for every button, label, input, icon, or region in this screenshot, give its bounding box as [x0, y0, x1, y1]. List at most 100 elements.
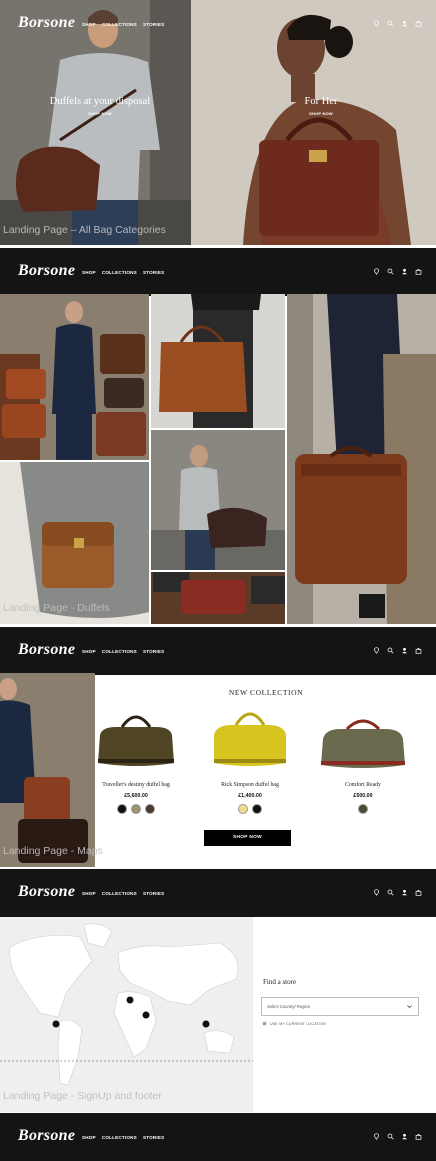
brand-logo[interactable]: Borsone	[18, 1127, 75, 1145]
tile-crossbody-bag[interactable]	[0, 462, 149, 624]
user-icon[interactable]	[401, 1133, 408, 1140]
user-icon[interactable]	[401, 647, 408, 654]
chevron-down-icon	[407, 1005, 412, 1009]
user-icon[interactable]	[401, 889, 408, 896]
frame-label-signup-footer: Landing Page - SignUp and footer	[3, 1090, 162, 1102]
product-card[interactable]: Comfort Ready £500.00	[313, 705, 413, 814]
tile-image	[151, 294, 285, 428]
menu-item-collections[interactable]: COLLECTIONS	[102, 649, 137, 654]
user-icon[interactable]	[401, 268, 408, 275]
hero-right-shop-now-link[interactable]: SHOP NOW	[276, 111, 366, 116]
menu-item-stories[interactable]: STORIES	[143, 649, 164, 654]
main-menu: SHOP COLLECTIONS STORIES	[82, 649, 164, 654]
hero-right-caption: For Her SHOP NOW	[276, 96, 366, 116]
color-swatches	[200, 804, 300, 814]
color-swatch[interactable]	[117, 804, 127, 814]
search-icon[interactable]	[387, 647, 394, 654]
product-name: Comfort Ready	[345, 782, 381, 788]
menu-item-collections[interactable]: COLLECTIONS	[102, 270, 137, 275]
product-card[interactable]: Traveller's destiny duffel bag £5,600.00	[86, 705, 186, 814]
country-region-value: Select Country/ Region	[267, 1004, 311, 1009]
header-icons	[373, 889, 422, 896]
store-marker	[126, 996, 134, 1004]
main-menu: SHOP COLLECTIONS STORIES	[82, 891, 164, 896]
hero-left-caption: Duffels at your disposal SHOP NOW	[40, 96, 160, 116]
header-icons	[373, 268, 422, 275]
color-swatch[interactable]	[238, 804, 248, 814]
header-icons	[373, 1133, 422, 1140]
tile-wallets[interactable]	[151, 572, 285, 624]
hero-frame: Duffels at your disposal SHOP NOW For He…	[0, 0, 436, 245]
menu-item-stories[interactable]: STORIES	[143, 22, 164, 27]
frame-label-maps: Landing Page - Maps	[3, 845, 103, 857]
menu-item-collections[interactable]: COLLECTIONS	[102, 891, 137, 896]
product-name: Rick Simpson duffel bag	[221, 782, 279, 788]
find-store-title: Find a store	[263, 978, 297, 986]
search-icon[interactable]	[387, 20, 394, 27]
tile-image	[0, 294, 149, 460]
tile-leather-suitcase[interactable]	[287, 294, 436, 624]
menu-item-collections[interactable]: COLLECTIONS	[102, 22, 137, 27]
header-bar: Borsone SHOP COLLECTIONS STORIES	[0, 1113, 436, 1161]
brand-logo[interactable]: Borsone	[18, 14, 75, 32]
header-bar: Borsone SHOP COLLECTIONS STORIES	[0, 248, 436, 296]
product-card[interactable]: Rick Simpson duffel bag £1,400.00	[200, 705, 300, 814]
menu-item-shop[interactable]: SHOP	[82, 891, 96, 896]
suit-man-with-bags-image	[0, 673, 95, 867]
search-icon[interactable]	[387, 889, 394, 896]
color-swatch[interactable]	[145, 804, 155, 814]
menu-item-stories[interactable]: STORIES	[143, 270, 164, 275]
shopping-bag-icon[interactable]	[415, 647, 422, 654]
country-region-select[interactable]: Select Country/ Region	[261, 997, 419, 1016]
duffels-frame: Borsone SHOP COLLECTIONS STORIES Landing…	[0, 248, 436, 624]
menu-item-shop[interactable]: SHOP	[82, 270, 96, 275]
product-image-travellers-duffel	[98, 715, 174, 766]
shopping-bag-icon[interactable]	[415, 20, 422, 27]
tile-suit-man-with-bags[interactable]	[0, 294, 149, 460]
frame-label-duffels: Landing Page - Duffels	[3, 602, 110, 614]
menu-item-stories[interactable]: STORIES	[143, 1135, 164, 1140]
menu-item-shop[interactable]: SHOP	[82, 1135, 96, 1140]
menu-item-collections[interactable]: COLLECTIONS	[102, 1135, 137, 1140]
store-marker	[202, 1020, 210, 1028]
product-price: £5,600.00	[124, 793, 148, 799]
header-bar: Borsone SHOP COLLECTIONS STORIES	[0, 0, 436, 48]
location-pin-icon[interactable]	[373, 647, 380, 654]
color-swatches	[313, 804, 413, 814]
world-map[interactable]	[0, 917, 253, 1112]
collection-frame: Borsone SHOP COLLECTIONS STORIES NEW COL…	[0, 627, 436, 867]
brand-logo[interactable]: Borsone	[18, 883, 75, 901]
color-swatch[interactable]	[252, 804, 262, 814]
color-swatch[interactable]	[358, 804, 368, 814]
product-image-rick-simpson-duffel	[214, 712, 286, 766]
hero-left-shop-now-link[interactable]: SHOP NOW	[40, 111, 160, 116]
location-pin-icon[interactable]	[373, 889, 380, 896]
location-pin-icon[interactable]	[373, 20, 380, 27]
main-menu: SHOP COLLECTIONS STORIES	[82, 270, 164, 275]
location-pin-icon[interactable]	[373, 268, 380, 275]
location-pin-icon[interactable]	[373, 1133, 380, 1140]
menu-item-stories[interactable]: STORIES	[143, 891, 164, 896]
tile-image	[287, 294, 436, 624]
product-price: £1,400.00	[238, 793, 262, 799]
user-icon[interactable]	[401, 20, 408, 27]
tile-man-with-duffel[interactable]	[151, 430, 285, 570]
tile-brown-tote[interactable]	[151, 294, 285, 428]
brand-logo[interactable]: Borsone	[18, 262, 75, 280]
shopping-bag-icon[interactable]	[415, 268, 422, 275]
menu-item-shop[interactable]: SHOP	[82, 22, 96, 27]
search-icon[interactable]	[387, 268, 394, 275]
color-swatch[interactable]	[131, 804, 141, 814]
shopping-bag-icon[interactable]	[415, 1133, 422, 1140]
menu-item-shop[interactable]: SHOP	[82, 649, 96, 654]
search-icon[interactable]	[387, 1133, 394, 1140]
signup-footer-frame: Borsone SHOP COLLECTIONS STORIES	[0, 1113, 436, 1161]
shop-now-button[interactable]: SHOP NOW	[204, 830, 291, 846]
use-current-location-link[interactable]: USE MY CURRENT LOCATION	[262, 1021, 326, 1026]
header-icons	[373, 647, 422, 654]
collection-hero-image	[0, 673, 95, 867]
brand-logo[interactable]: Borsone	[18, 641, 75, 659]
collection-title: NEW COLLECTION	[228, 688, 304, 697]
header-bar: Borsone SHOP COLLECTIONS STORIES	[0, 869, 436, 917]
shopping-bag-icon[interactable]	[415, 889, 422, 896]
